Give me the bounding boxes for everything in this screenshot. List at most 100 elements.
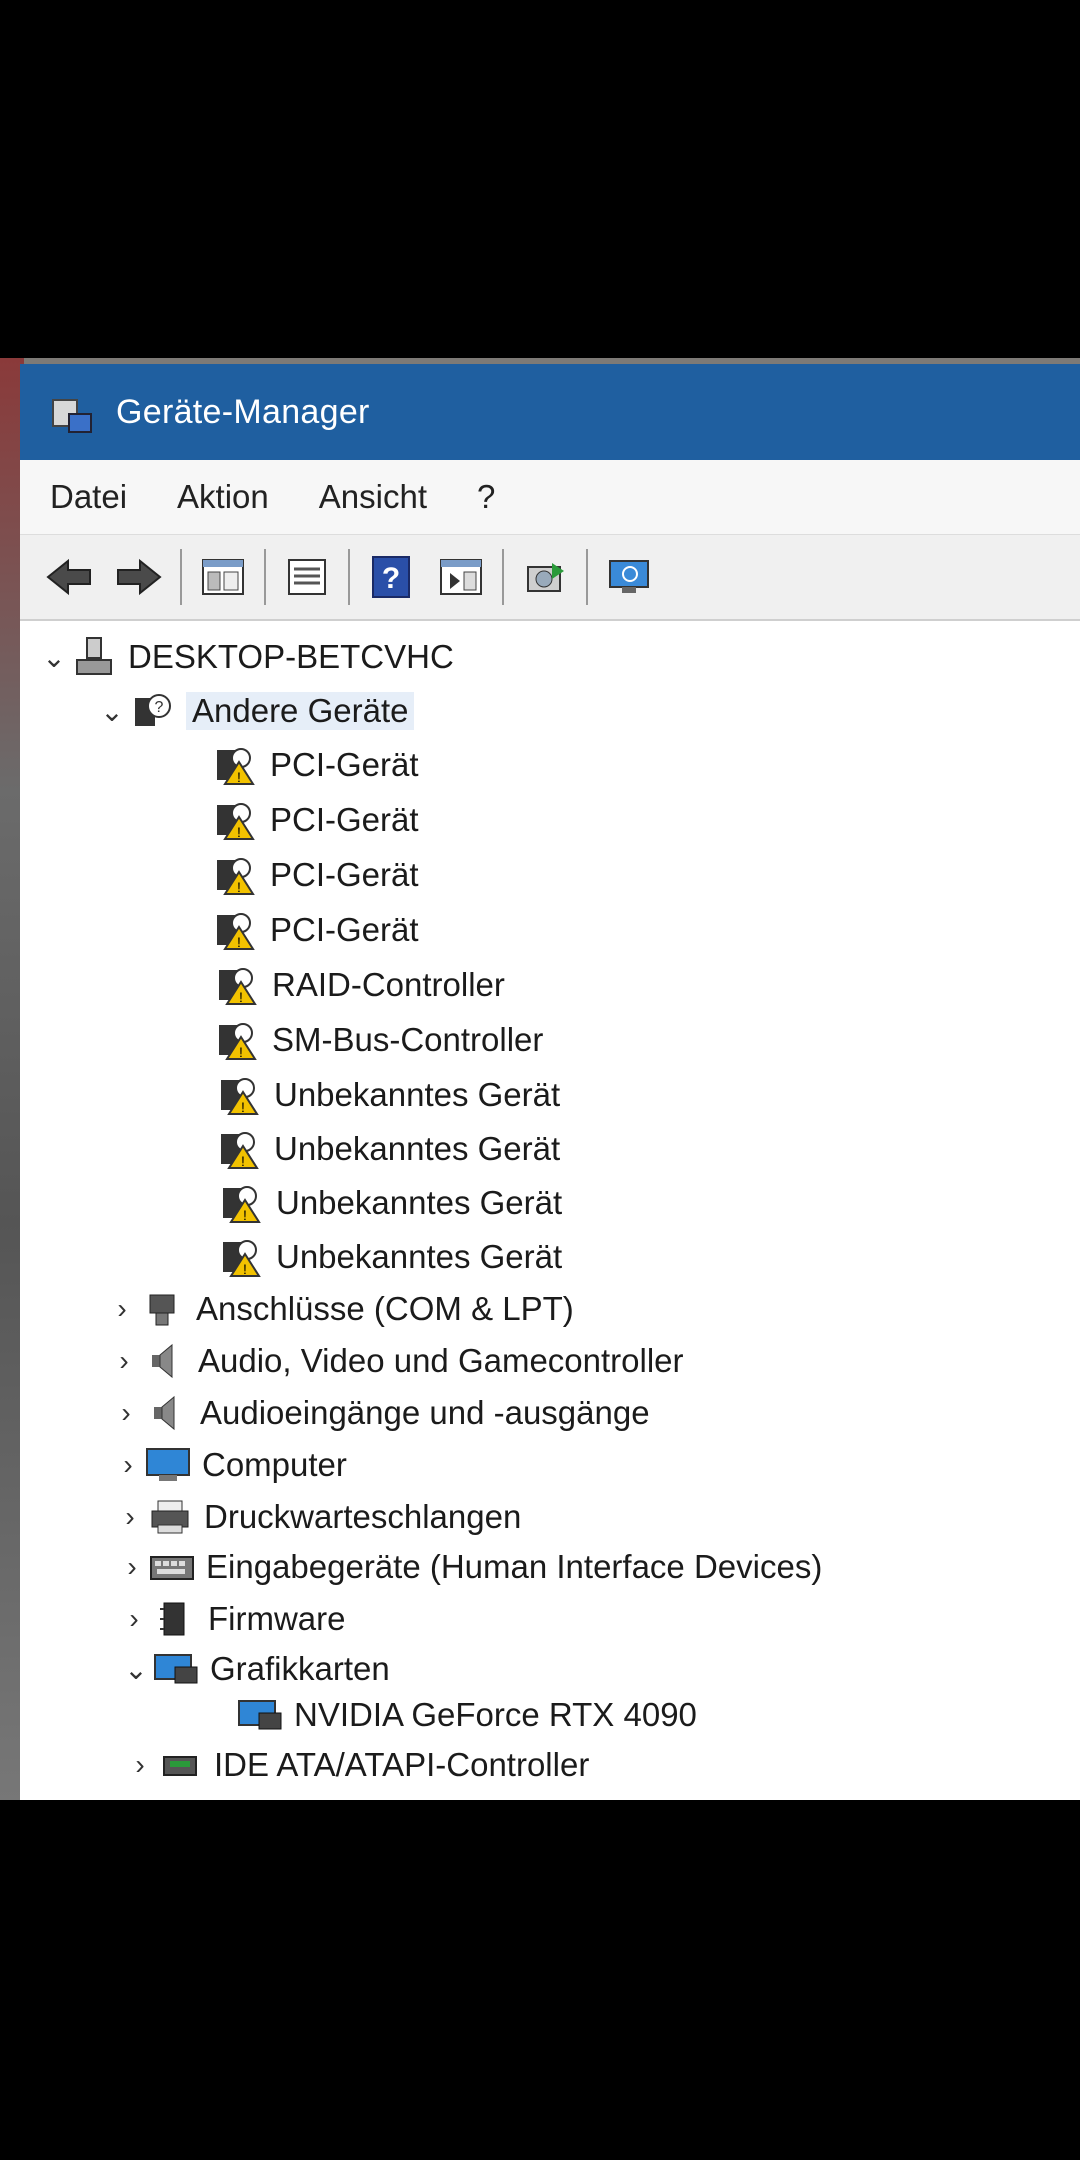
display-adapter-icon [236,1691,284,1739]
svg-text:!: ! [239,989,243,1005]
svg-text:?: ? [382,562,400,595]
chevron-right-icon[interactable]: › [106,1293,138,1325]
device-manager-icon [46,389,92,435]
speaker-icon [140,1337,188,1385]
chevron-right-icon[interactable]: › [116,1551,148,1583]
toolbar: ? [20,535,1080,621]
menu-bar: Datei Aktion Ansicht ? [20,460,1080,535]
device-item[interactable]: ! Unbekanntes Gerät [216,1068,560,1122]
chevron-right-icon[interactable]: › [112,1449,144,1481]
forward-arrow-icon[interactable] [110,548,168,606]
display-adapter-icon [152,1645,200,1693]
chevron-right-icon[interactable]: › [114,1501,146,1533]
device-label: NVIDIA GeForce RTX 4090 [294,1696,697,1733]
device-item[interactable]: ! Unbekanntes Gerät [218,1230,562,1284]
scan-hardware-icon[interactable] [600,548,658,606]
menu-help[interactable]: ? [477,478,495,516]
console-tree-icon[interactable] [194,548,252,606]
printer-icon [146,1493,194,1541]
menu-ansicht[interactable]: Ansicht [319,478,427,516]
svg-text:!: ! [237,879,241,895]
svg-text:!: ! [237,769,241,785]
warning-device-icon: ! [214,961,262,1009]
toolbar-separator [180,549,182,605]
category-firmware[interactable]: › Firmware [118,1592,346,1646]
help-icon[interactable]: ? [362,548,420,606]
menu-datei[interactable]: Datei [50,478,127,516]
category-label: Audio, Video und Gamecontroller [198,1342,684,1379]
title-bar: Geräte-Manager [20,364,1080,460]
device-item[interactable]: ! PCI-Gerät [212,848,419,902]
chevron-right-icon[interactable]: › [118,1603,150,1635]
svg-text:!: ! [237,934,241,950]
device-item[interactable]: ! Unbekanntes Gerät [216,1122,560,1176]
controller-icon [156,1741,204,1789]
back-arrow-icon[interactable] [40,548,98,606]
toolbar-separator [586,549,588,605]
device-item-gpu[interactable]: NVIDIA GeForce RTX 4090 [236,1688,697,1742]
warning-device-icon: ! [212,741,260,789]
update-driver-icon[interactable] [516,548,574,606]
category-other-devices[interactable]: ⌄ ? Andere Geräte [96,684,415,738]
keyboard-icon [148,1543,196,1591]
chip-icon [150,1595,198,1643]
category-label: Eingabegeräte (Human Interface Devices) [206,1548,823,1585]
chevron-right-icon[interactable]: › [124,1749,156,1781]
category-ide[interactable]: › IDE ATA/ATAPI-Controller [124,1738,589,1792]
root-label: DESKTOP-BETCVHC [128,638,454,675]
speaker-icon [142,1389,190,1437]
properties-icon[interactable] [278,548,336,606]
category-ports[interactable]: › Anschlüsse (COM & LPT) [106,1282,574,1336]
svg-text:!: ! [237,824,241,840]
category-audio-io[interactable]: › Audioeingänge und -ausgänge [110,1386,650,1440]
warning-device-icon: ! [212,796,260,844]
category-hid[interactable]: › Eingabegeräte (Human Interface Devices… [116,1540,822,1594]
monitor-icon [144,1441,192,1489]
device-label: SM-Bus-Controller [272,1021,544,1058]
chevron-right-icon[interactable]: › [110,1397,142,1429]
toolbar-separator [348,549,350,605]
device-label: PCI-Gerät [270,801,419,838]
device-item[interactable]: ! SM-Bus-Controller [214,1013,543,1067]
device-label: RAID-Controller [272,966,505,1003]
device-item[interactable]: ! Unbekanntes Gerät [218,1176,562,1230]
chevron-right-icon[interactable]: › [108,1345,140,1377]
device-label: Unbekanntes Gerät [274,1076,561,1113]
tree-root[interactable]: ⌄ DESKTOP-BETCVHC [38,630,454,684]
device-item[interactable]: ! PCI-Gerät [212,903,419,957]
device-label: PCI-Gerät [270,911,419,948]
chevron-down-icon[interactable]: ⌄ [96,695,128,728]
category-label: IDE ATA/ATAPI-Controller [214,1746,590,1783]
svg-text:!: ! [243,1261,247,1277]
device-tree: ⌄ DESKTOP-BETCVHC ⌄ ? Andere Geräte ! PC… [30,626,1080,1800]
device-item[interactable]: ! PCI-Gerät [212,793,419,847]
category-label: Computer [202,1446,347,1483]
menu-aktion[interactable]: Aktion [177,478,269,516]
action-pane-icon[interactable] [432,548,490,606]
category-label: Firmware [208,1600,346,1637]
port-icon [138,1285,186,1333]
unknown-device-icon: ? [128,687,176,735]
category-print-queues[interactable]: › Druckwarteschlangen [114,1490,521,1544]
photo-area: Geräte-Manager Datei Aktion Ansicht ? ? … [0,358,1080,1800]
device-label: PCI-Gerät [270,746,419,783]
category-label: Anschlüsse (COM & LPT) [196,1290,574,1327]
device-item[interactable]: ! RAID-Controller [214,958,505,1012]
window-title: Geräte-Manager [116,392,370,431]
category-label: Druckwarteschlangen [204,1498,522,1535]
category-label: Grafikkarten [210,1650,390,1687]
svg-text:!: ! [239,1044,243,1060]
device-item[interactable]: ! PCI-Gerät [212,738,419,792]
category-computer[interactable]: › Computer [112,1438,347,1492]
warning-device-icon: ! [212,851,260,899]
device-manager-window: Geräte-Manager Datei Aktion Ansicht ? ? … [20,364,1080,1800]
category-audio-video[interactable]: › Audio, Video und Gamecontroller [108,1334,684,1388]
category-label: Audioeingänge und -ausgänge [200,1394,650,1431]
device-label: Unbekanntes Gerät [276,1184,563,1221]
category-label: Andere Geräte [186,692,415,730]
svg-text:!: ! [241,1153,245,1169]
chevron-down-icon[interactable]: ⌄ [120,1653,152,1686]
computer-tree-icon [70,633,118,681]
device-label: PCI-Gerät [270,856,419,893]
chevron-down-icon[interactable]: ⌄ [38,641,70,674]
